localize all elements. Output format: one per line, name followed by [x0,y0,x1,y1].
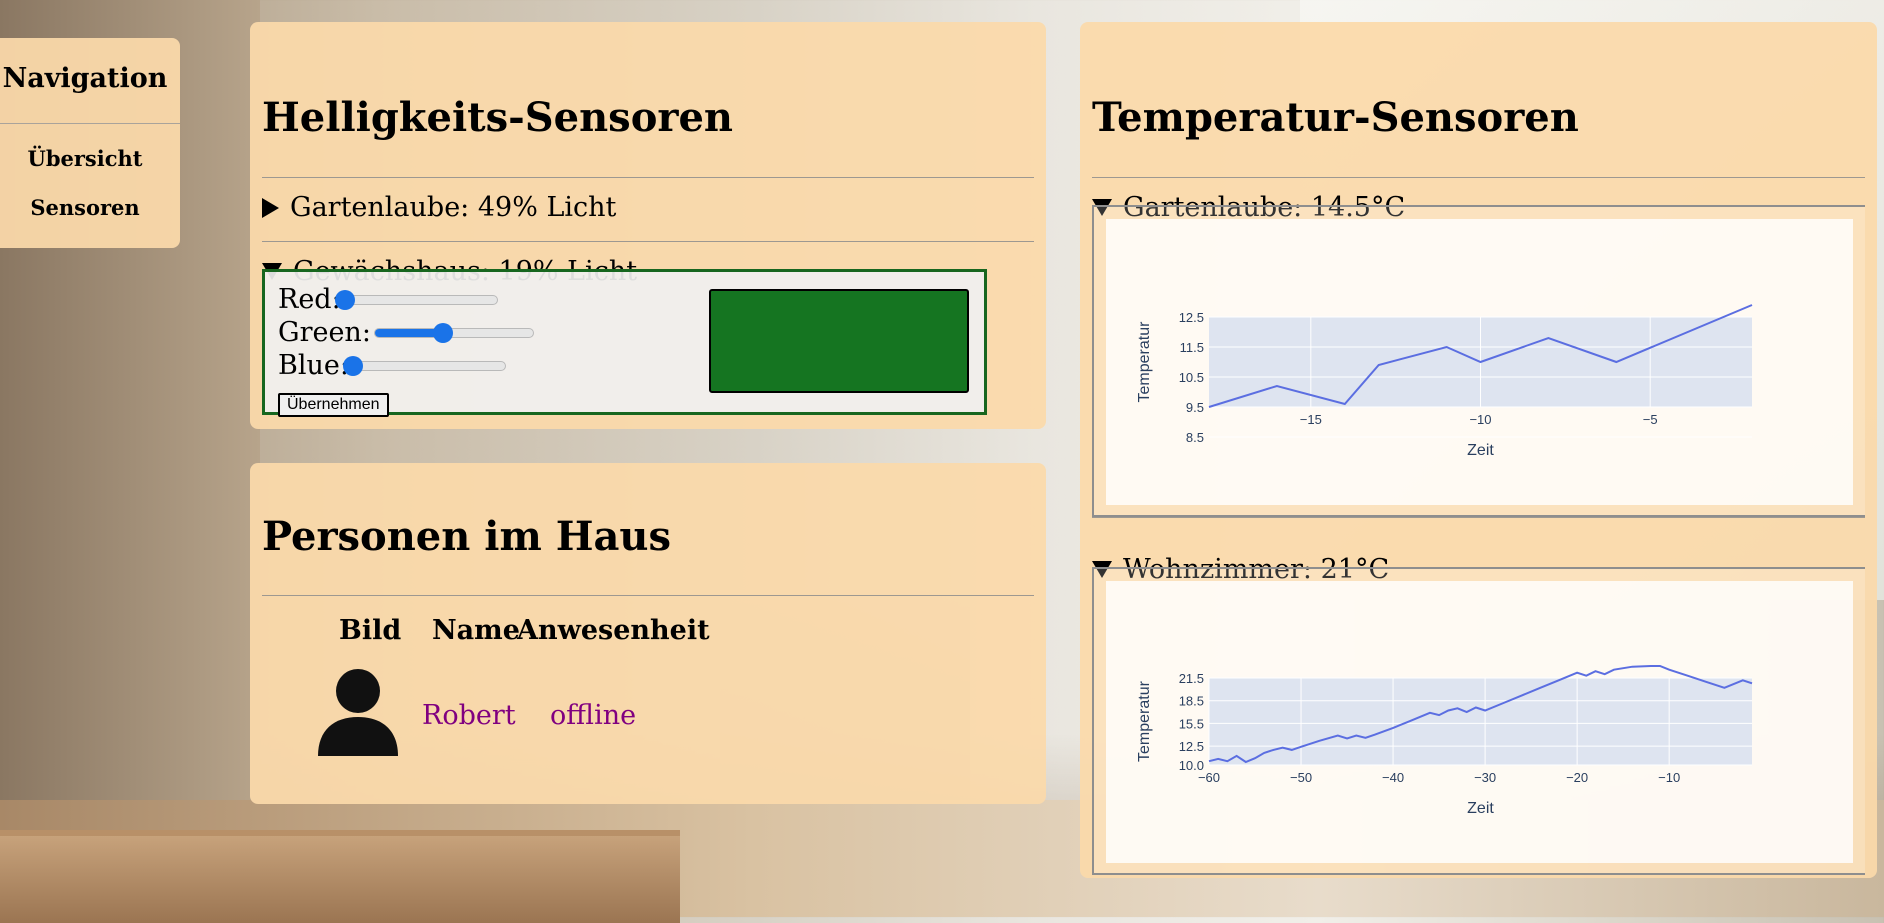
y-tick-label: 10.5 [1179,370,1204,385]
y-axis-label: Temperatur [1136,321,1153,403]
persons-panel: Personen im Haus Bild Name Anwesenheit R… [250,463,1046,804]
collapsed-triangle-icon [262,197,279,218]
x-axis-label: Zeit [1467,442,1494,459]
brightness-panel: Helligkeits-Sensoren Gartenlaube: 49% Li… [250,22,1046,429]
x-tick-label: −10 [1469,412,1491,427]
green-label: Green: [278,317,371,348]
rgb-control-box: Red: Green: Blue: Übernehmen [262,269,987,417]
temperature-chart-wohnzimmer: −60 −50 −40 −30 −20 −1010.012.515.518.521.5Ze… [1106,581,1853,863]
red-row: Red: [278,284,498,315]
background-table [0,830,680,923]
navigation-title: Navigation [0,38,180,124]
brightness-title: Helligkeits-Sensoren [262,94,733,141]
column-header-anwesenheit: Anwesenheit [517,615,710,646]
divider [1092,177,1865,178]
divider [262,241,1034,242]
plot-area [1209,678,1752,765]
y-tick-label: 12.5 [1179,310,1204,325]
temperature-panel: Temperatur-Sensoren Gartenlaube: 14.5°C … [1080,22,1877,878]
red-slider[interactable] [334,289,498,310]
y-tick-label: 8.5 [1186,430,1204,445]
x-tick-label: −10 [1658,770,1680,785]
y-tick-label: 9.5 [1186,400,1204,415]
chart-frame-wohnzimmer: −60 −50 −40 −30 −20 −10 10.0 12.5 15.5 18.5 21.5 Ze… [1092,567,1865,875]
blue-label: Blue: [278,350,349,381]
red-label: Red: [278,284,341,315]
person-avatar-icon [318,669,398,756]
chart-frame-gartenlaube: −15 −10 −5 9.5 8.5 10.5 11.5 12.5 Zeit Temperatur [1092,205,1865,517]
y-axis-label: Temperatur [1136,680,1153,762]
divider [1092,517,1865,518]
navigation-panel: Navigation Übersicht Sensoren [0,38,180,248]
nav-link-sensoren[interactable]: Sensoren [0,195,180,220]
slider-knob[interactable] [334,289,355,310]
person-status: offline [550,700,637,731]
column-header-name: Name [432,615,520,646]
apply-button[interactable]: Übernehmen [278,393,389,417]
divider [262,177,1034,178]
persons-title: Personen im Haus [262,513,672,560]
x-axis-label: Zeit [1467,800,1494,817]
sensor-summary-label: Gartenlaube: 49% Licht [290,192,617,223]
person-name: Robert [422,700,516,731]
column-header-bild: Bild [339,615,402,646]
y-tick-label: 12.5 [1179,739,1204,754]
divider [262,595,1034,596]
slider-knob[interactable] [342,355,363,376]
x-tick-label: −30 [1474,770,1496,785]
y-tick-label: 11.5 [1180,340,1204,355]
x-tick-label: −5 [1643,412,1658,427]
blue-slider[interactable] [342,355,506,376]
x-tick-label: −50 [1290,770,1312,785]
nav-link-uebersicht[interactable]: Übersicht [0,146,180,171]
y-tick-label: 21.5 [1179,671,1204,686]
x-tick-label: −40 [1382,770,1404,785]
green-row: Green: [278,317,534,348]
color-preview-swatch [709,289,969,393]
y-tick-label: 15.5 [1179,716,1204,731]
x-tick-label: −15 [1300,412,1322,427]
slider-knob[interactable] [432,322,453,343]
y-tick-label: 10.0 [1179,758,1204,773]
temperature-chart-gartenlaube: −15 −10 −5 9.5 8.5 10.5 11.5 12.5 Zeit Temperatur [1106,219,1853,505]
green-slider[interactable] [373,322,534,343]
x-tick-label: −20 [1566,770,1588,785]
sensor-summary-gartenlaube-light[interactable]: Gartenlaube: 49% Licht [262,192,616,223]
temperature-title: Temperatur-Sensoren [1092,94,1579,141]
y-tick-label: 18.5 [1179,694,1204,709]
blue-row: Blue: [278,350,506,381]
